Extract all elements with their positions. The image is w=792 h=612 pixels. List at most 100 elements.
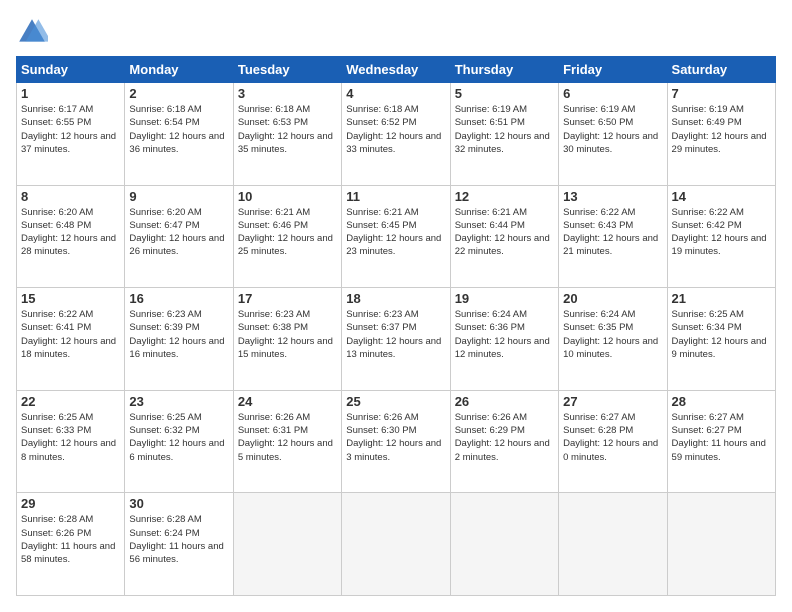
calendar-day-cell: 4 Sunrise: 6:18 AM Sunset: 6:52 PM Dayli…	[342, 83, 450, 186]
calendar-day-cell: 17 Sunrise: 6:23 AM Sunset: 6:38 PM Dayl…	[233, 288, 341, 391]
day-number: 20	[563, 291, 662, 306]
col-thursday: Thursday	[450, 57, 558, 83]
col-friday: Friday	[559, 57, 667, 83]
calendar-day-cell	[233, 493, 341, 596]
calendar-day-cell: 25 Sunrise: 6:26 AM Sunset: 6:30 PM Dayl…	[342, 390, 450, 493]
calendar-day-cell: 1 Sunrise: 6:17 AM Sunset: 6:55 PM Dayli…	[17, 83, 125, 186]
sunset-label: Sunset: 6:31 PM	[238, 425, 308, 436]
daylight-label: Daylight: 12 hours and 33 minutes.	[346, 131, 441, 155]
day-info: Sunrise: 6:21 AM Sunset: 6:44 PM Dayligh…	[455, 206, 554, 259]
sunset-label: Sunset: 6:43 PM	[563, 220, 633, 231]
day-number: 8	[21, 189, 120, 204]
day-info: Sunrise: 6:19 AM Sunset: 6:49 PM Dayligh…	[672, 103, 771, 156]
daylight-label: Daylight: 12 hours and 6 minutes.	[129, 438, 224, 462]
daylight-label: Daylight: 11 hours and 58 minutes.	[21, 541, 115, 565]
day-info: Sunrise: 6:27 AM Sunset: 6:28 PM Dayligh…	[563, 411, 662, 464]
sunset-label: Sunset: 6:26 PM	[21, 528, 91, 539]
day-info: Sunrise: 6:20 AM Sunset: 6:47 PM Dayligh…	[129, 206, 228, 259]
calendar-day-cell	[450, 493, 558, 596]
sunset-label: Sunset: 6:33 PM	[21, 425, 91, 436]
calendar-day-cell: 18 Sunrise: 6:23 AM Sunset: 6:37 PM Dayl…	[342, 288, 450, 391]
sunrise-label: Sunrise: 6:27 AM	[563, 412, 635, 423]
daylight-label: Daylight: 12 hours and 18 minutes.	[21, 336, 116, 360]
day-number: 5	[455, 86, 554, 101]
daylight-label: Daylight: 12 hours and 13 minutes.	[346, 336, 441, 360]
day-number: 2	[129, 86, 228, 101]
calendar-header-row: Sunday Monday Tuesday Wednesday Thursday…	[17, 57, 776, 83]
sunrise-label: Sunrise: 6:23 AM	[129, 309, 201, 320]
day-number: 17	[238, 291, 337, 306]
day-number: 12	[455, 189, 554, 204]
sunrise-label: Sunrise: 6:19 AM	[672, 104, 744, 115]
calendar-day-cell	[342, 493, 450, 596]
calendar-day-cell: 19 Sunrise: 6:24 AM Sunset: 6:36 PM Dayl…	[450, 288, 558, 391]
day-info: Sunrise: 6:21 AM Sunset: 6:45 PM Dayligh…	[346, 206, 445, 259]
daylight-label: Daylight: 12 hours and 12 minutes.	[455, 336, 550, 360]
calendar-day-cell: 7 Sunrise: 6:19 AM Sunset: 6:49 PM Dayli…	[667, 83, 775, 186]
day-number: 19	[455, 291, 554, 306]
sunrise-label: Sunrise: 6:21 AM	[238, 207, 310, 218]
day-number: 26	[455, 394, 554, 409]
calendar-week-row: 1 Sunrise: 6:17 AM Sunset: 6:55 PM Dayli…	[17, 83, 776, 186]
sunset-label: Sunset: 6:49 PM	[672, 117, 742, 128]
day-number: 3	[238, 86, 337, 101]
sunset-label: Sunset: 6:39 PM	[129, 322, 199, 333]
sunrise-label: Sunrise: 6:25 AM	[672, 309, 744, 320]
sunset-label: Sunset: 6:28 PM	[563, 425, 633, 436]
daylight-label: Daylight: 12 hours and 8 minutes.	[21, 438, 116, 462]
daylight-label: Daylight: 12 hours and 37 minutes.	[21, 131, 116, 155]
sunset-label: Sunset: 6:50 PM	[563, 117, 633, 128]
calendar-day-cell: 29 Sunrise: 6:28 AM Sunset: 6:26 PM Dayl…	[17, 493, 125, 596]
day-info: Sunrise: 6:25 AM Sunset: 6:34 PM Dayligh…	[672, 308, 771, 361]
calendar-day-cell: 11 Sunrise: 6:21 AM Sunset: 6:45 PM Dayl…	[342, 185, 450, 288]
calendar-day-cell: 13 Sunrise: 6:22 AM Sunset: 6:43 PM Dayl…	[559, 185, 667, 288]
day-info: Sunrise: 6:26 AM Sunset: 6:29 PM Dayligh…	[455, 411, 554, 464]
sunrise-label: Sunrise: 6:26 AM	[455, 412, 527, 423]
daylight-label: Daylight: 12 hours and 2 minutes.	[455, 438, 550, 462]
calendar-day-cell: 14 Sunrise: 6:22 AM Sunset: 6:42 PM Dayl…	[667, 185, 775, 288]
calendar-day-cell: 22 Sunrise: 6:25 AM Sunset: 6:33 PM Dayl…	[17, 390, 125, 493]
logo	[16, 16, 52, 48]
day-number: 21	[672, 291, 771, 306]
calendar-day-cell: 3 Sunrise: 6:18 AM Sunset: 6:53 PM Dayli…	[233, 83, 341, 186]
day-number: 1	[21, 86, 120, 101]
sunset-label: Sunset: 6:35 PM	[563, 322, 633, 333]
sunset-label: Sunset: 6:48 PM	[21, 220, 91, 231]
daylight-label: Daylight: 12 hours and 23 minutes.	[346, 233, 441, 257]
calendar-day-cell	[559, 493, 667, 596]
calendar-table: Sunday Monday Tuesday Wednesday Thursday…	[16, 56, 776, 596]
sunset-label: Sunset: 6:44 PM	[455, 220, 525, 231]
calendar-day-cell: 30 Sunrise: 6:28 AM Sunset: 6:24 PM Dayl…	[125, 493, 233, 596]
calendar-day-cell: 12 Sunrise: 6:21 AM Sunset: 6:44 PM Dayl…	[450, 185, 558, 288]
day-info: Sunrise: 6:25 AM Sunset: 6:33 PM Dayligh…	[21, 411, 120, 464]
sunrise-label: Sunrise: 6:19 AM	[455, 104, 527, 115]
day-number: 11	[346, 189, 445, 204]
day-info: Sunrise: 6:22 AM Sunset: 6:43 PM Dayligh…	[563, 206, 662, 259]
col-monday: Monday	[125, 57, 233, 83]
daylight-label: Daylight: 12 hours and 16 minutes.	[129, 336, 224, 360]
sunrise-label: Sunrise: 6:22 AM	[672, 207, 744, 218]
day-info: Sunrise: 6:22 AM Sunset: 6:41 PM Dayligh…	[21, 308, 120, 361]
day-info: Sunrise: 6:28 AM Sunset: 6:24 PM Dayligh…	[129, 513, 228, 566]
sunset-label: Sunset: 6:36 PM	[455, 322, 525, 333]
calendar-day-cell: 27 Sunrise: 6:27 AM Sunset: 6:28 PM Dayl…	[559, 390, 667, 493]
sunrise-label: Sunrise: 6:26 AM	[346, 412, 418, 423]
sunset-label: Sunset: 6:41 PM	[21, 322, 91, 333]
day-number: 18	[346, 291, 445, 306]
sunrise-label: Sunrise: 6:22 AM	[563, 207, 635, 218]
daylight-label: Daylight: 12 hours and 26 minutes.	[129, 233, 224, 257]
sunrise-label: Sunrise: 6:20 AM	[129, 207, 201, 218]
calendar-day-cell: 15 Sunrise: 6:22 AM Sunset: 6:41 PM Dayl…	[17, 288, 125, 391]
calendar-day-cell: 10 Sunrise: 6:21 AM Sunset: 6:46 PM Dayl…	[233, 185, 341, 288]
sunrise-label: Sunrise: 6:26 AM	[238, 412, 310, 423]
daylight-label: Daylight: 12 hours and 36 minutes.	[129, 131, 224, 155]
day-number: 10	[238, 189, 337, 204]
day-info: Sunrise: 6:20 AM Sunset: 6:48 PM Dayligh…	[21, 206, 120, 259]
sunrise-label: Sunrise: 6:23 AM	[238, 309, 310, 320]
day-number: 9	[129, 189, 228, 204]
day-info: Sunrise: 6:24 AM Sunset: 6:36 PM Dayligh…	[455, 308, 554, 361]
sunrise-label: Sunrise: 6:25 AM	[21, 412, 93, 423]
daylight-label: Daylight: 12 hours and 32 minutes.	[455, 131, 550, 155]
sunset-label: Sunset: 6:52 PM	[346, 117, 416, 128]
daylight-label: Daylight: 12 hours and 21 minutes.	[563, 233, 658, 257]
